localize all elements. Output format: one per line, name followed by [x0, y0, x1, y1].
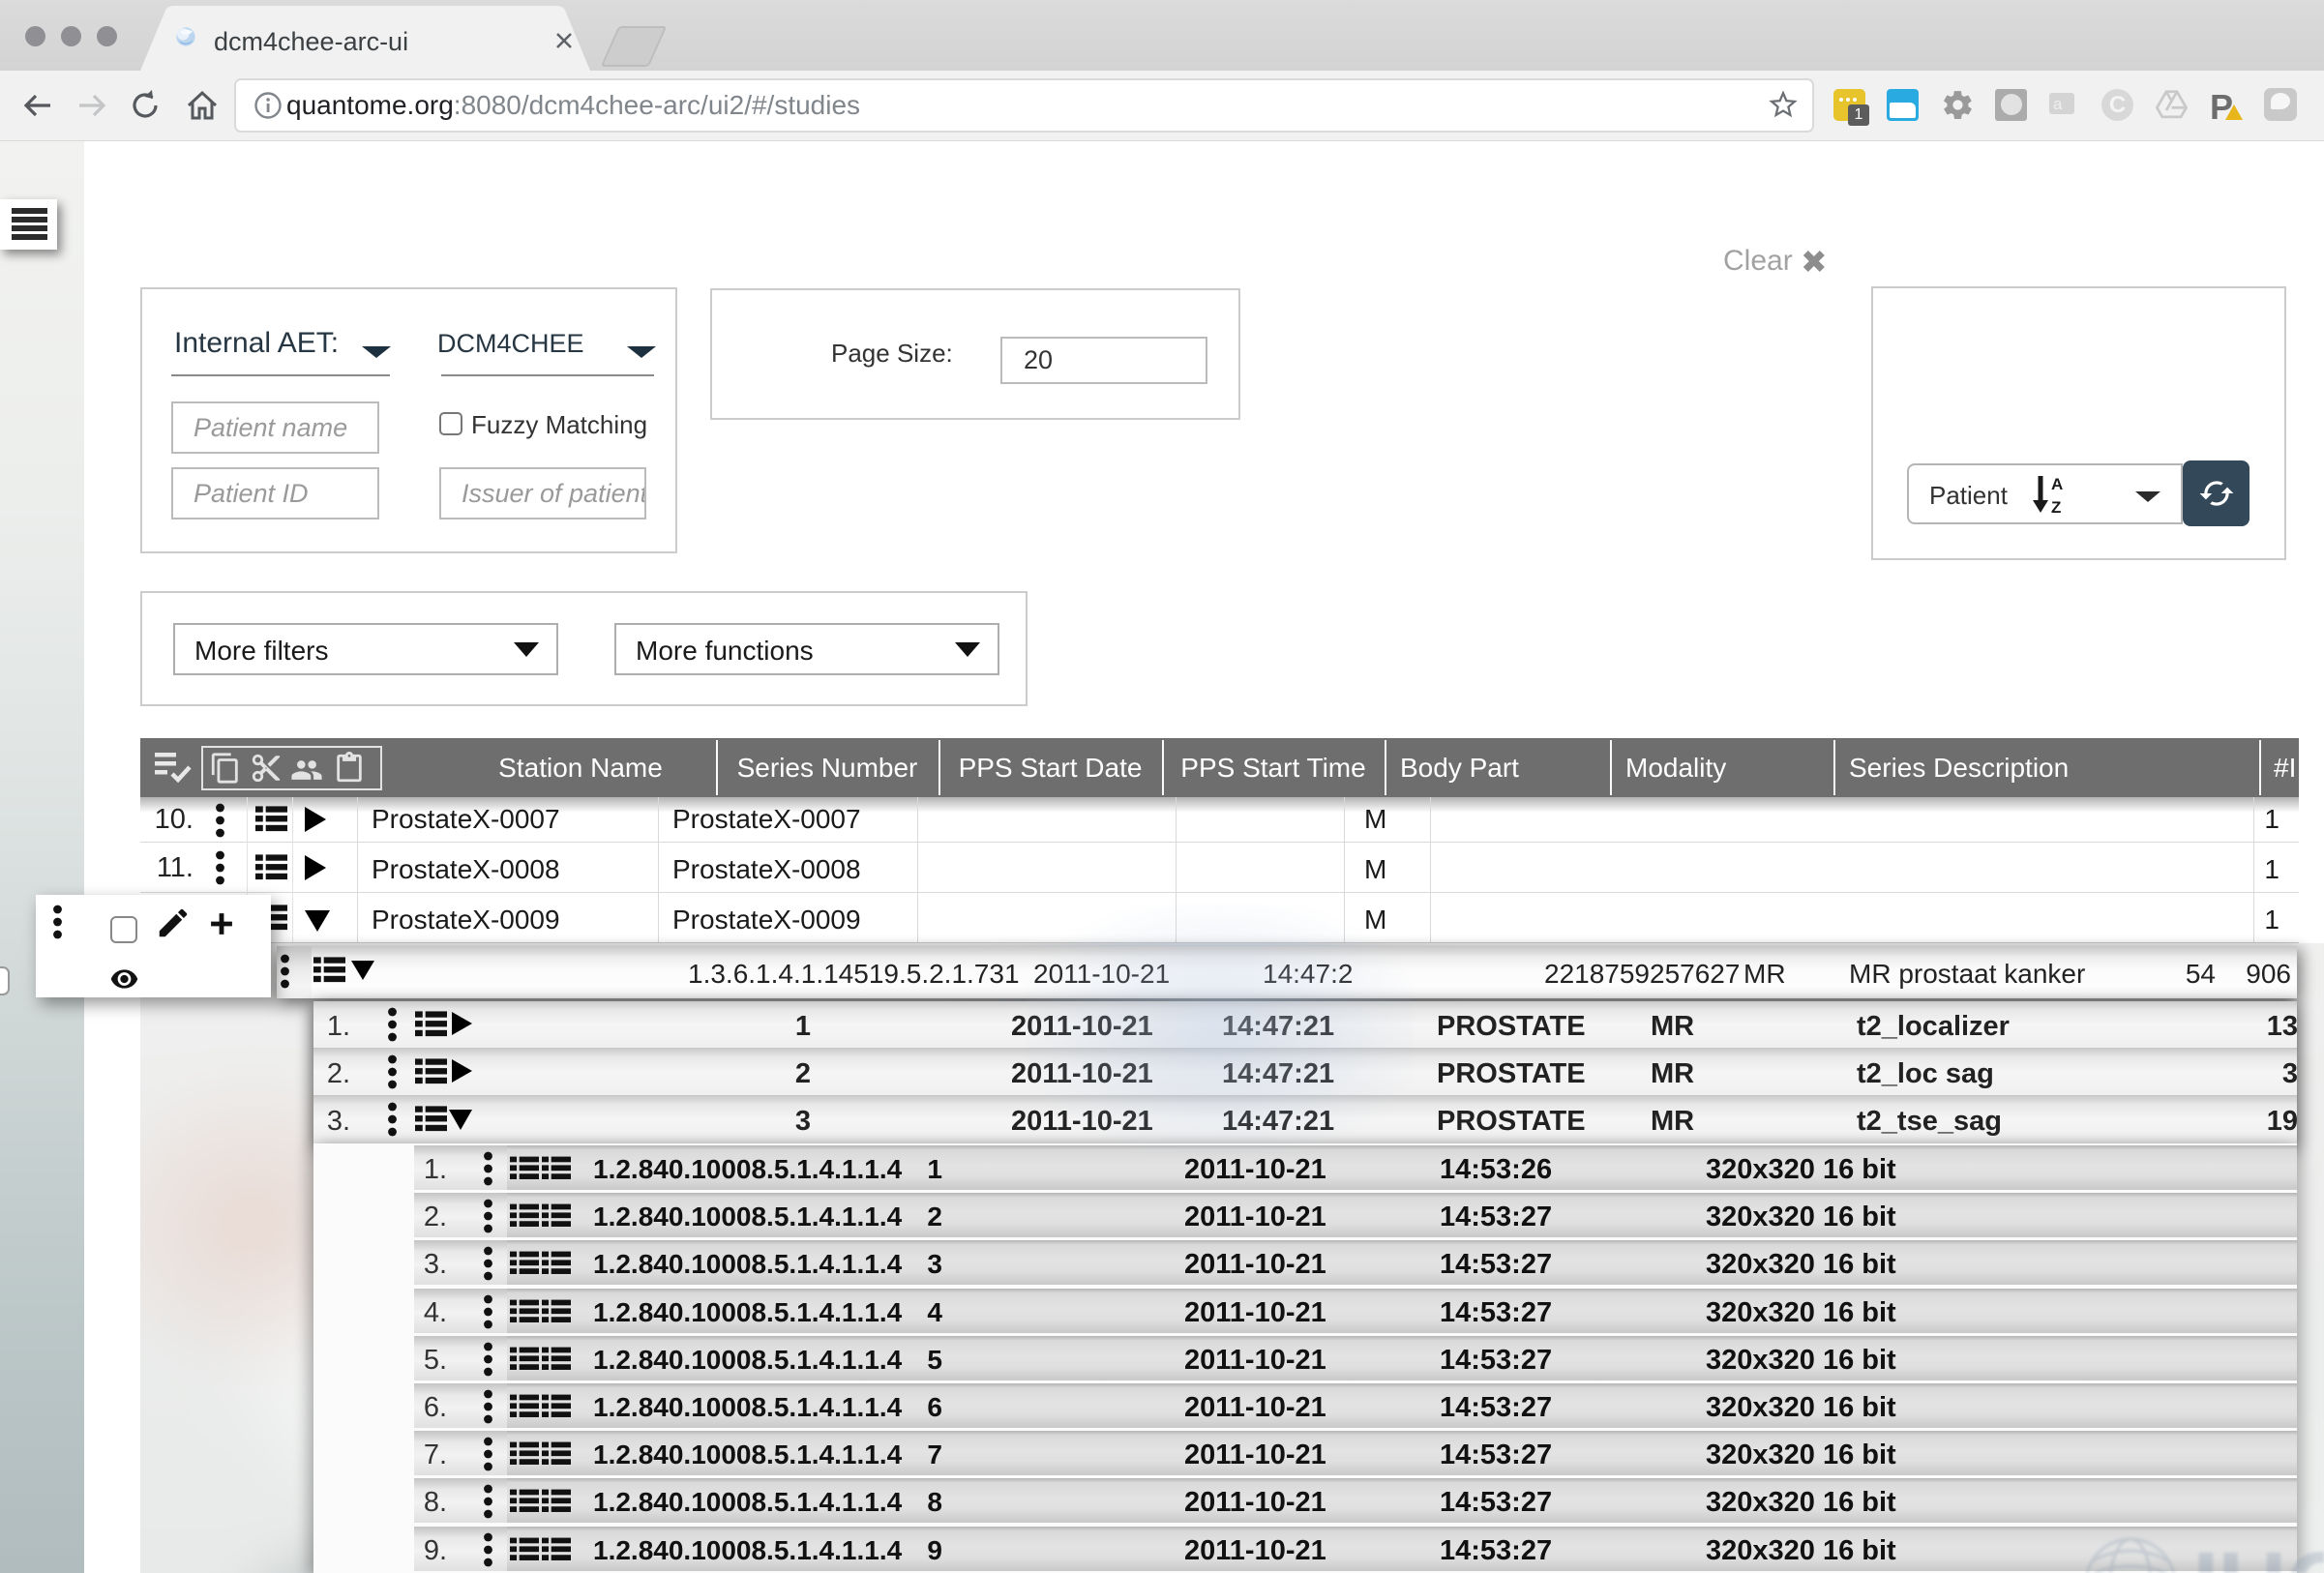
svg-text:Z: Z — [2051, 498, 2061, 515]
svg-text:A: A — [2051, 475, 2063, 493]
svg-text:IHCC: IHCC — [2192, 1532, 2324, 1573]
